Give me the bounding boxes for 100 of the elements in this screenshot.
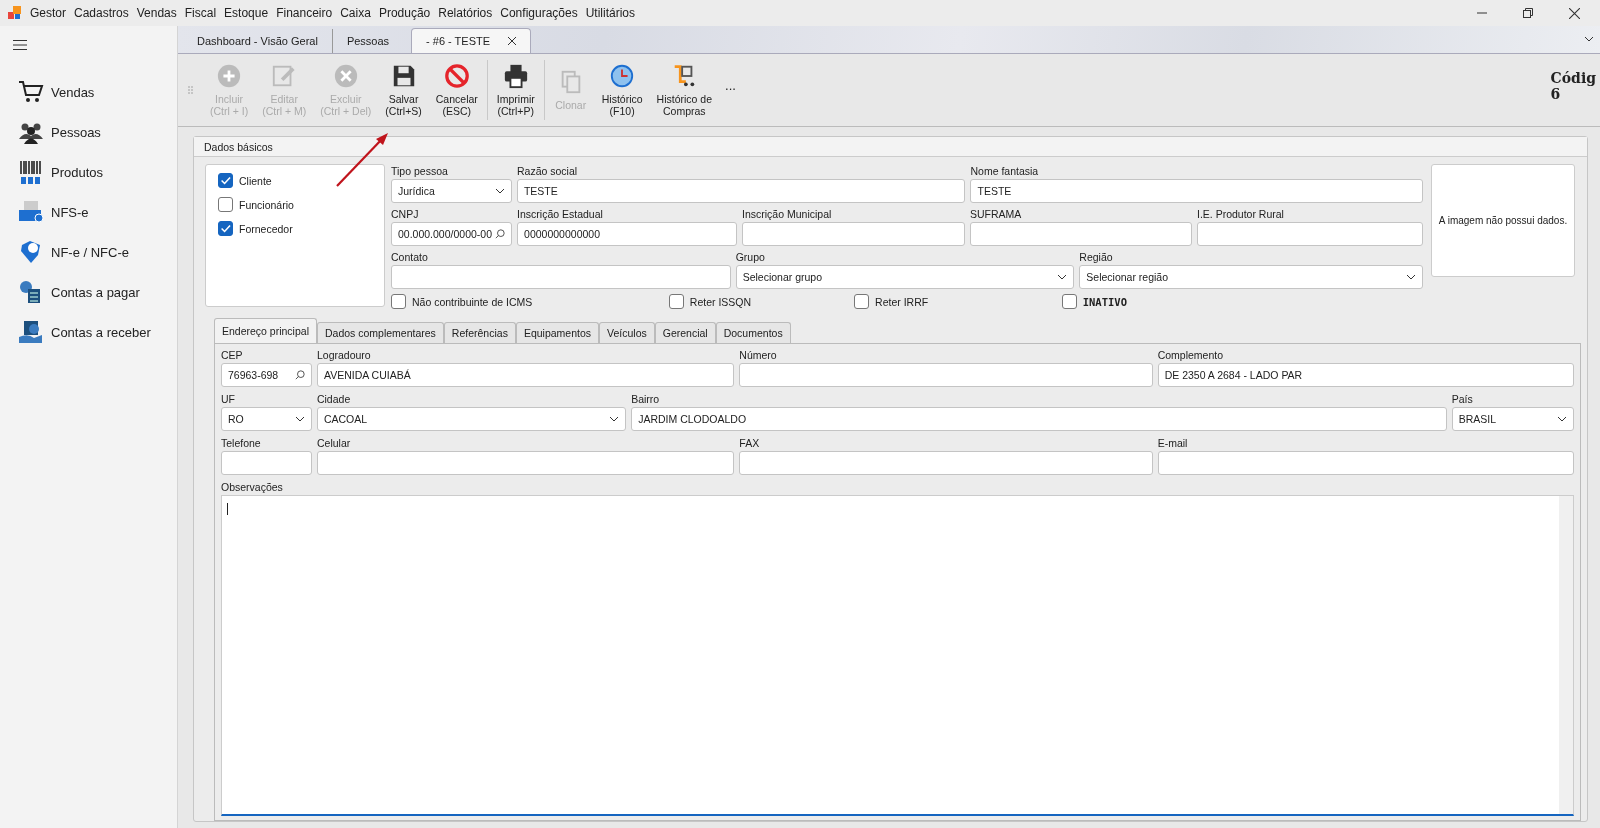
code-label: Códig [1550,70,1596,86]
field-label: Número [739,348,778,363]
menu-item[interactable]: Vendas [132,6,181,20]
text-field[interactable] [739,451,1153,475]
more-button[interactable]: ... [725,77,736,103]
sidebar-item[interactable]: Produtos [51,164,104,180]
text-field[interactable]: JARDIM CLODOALDO [631,407,1447,431]
app-name: Gestor [29,6,67,20]
caret-icon [609,414,620,424]
image-placeholder-text: A imagem não possui dados. [1438,215,1568,226]
text-field[interactable]: AVENIDA CUIABÁ [316,363,735,387]
search-icon [294,370,305,380]
grip-icon[interactable] [188,86,193,94]
text-field[interactable] [739,363,1153,387]
menu-item[interactable]: Utilitários [581,6,639,20]
dropdown[interactable]: Jurídica [391,179,512,203]
text-field[interactable] [742,222,965,246]
field-label: Inscrição Estadual [517,207,604,222]
plus-icon [216,63,243,89]
text-field[interactable] [316,451,735,475]
toolbar-button[interactable]: Imprimir (Ctrl+P) [489,63,542,117]
checkbox[interactable] [668,294,684,309]
chevron-down-icon[interactable] [1584,36,1594,42]
field-label: I.E. Produtor Rural [1197,207,1285,222]
dropdown[interactable]: Selecionar grupo [735,265,1075,289]
delete-icon [332,63,359,89]
cancel-icon [443,63,470,89]
dropdown[interactable]: RO [221,407,312,431]
history-icon [609,63,636,89]
caret-icon [1406,272,1416,282]
text-field[interactable] [391,265,731,289]
search-field[interactable]: 76963-698 [221,363,312,387]
sidebar-item[interactable]: NFS-e [51,204,89,220]
checkbox[interactable] [218,221,233,236]
toolbar-button[interactable]: Salvar (Ctrl+S) [378,63,429,117]
dropdown[interactable]: Selecionar região [1079,265,1423,289]
restore-icon[interactable] [1523,8,1533,18]
sidebar-item[interactable]: Pessoas [51,124,101,140]
dropdown[interactable]: CACOAL [316,407,627,431]
field-label: E-mail [1157,436,1189,451]
field-label: Contato [391,250,429,265]
menu-icon[interactable] [13,40,27,50]
field-label: SUFRAMA [970,207,1023,222]
caret-icon [1557,414,1567,424]
sidebar-item[interactable]: NF-e / NFC-e [51,244,129,260]
checkbox-label: INATIVO [1082,295,1127,308]
field-label: CNPJ [391,207,420,222]
checkbox-label: Reter ISSQN [689,295,752,308]
tab[interactable]: Endereço principal [214,318,317,343]
menu-item[interactable]: Caixa [336,6,375,20]
text-field[interactable] [1157,451,1574,475]
toolbar-button[interactable]: Cancelar (ESC) [428,63,485,117]
tab[interactable]: Documentos [715,322,791,343]
menu-item[interactable]: Relatórios [434,6,497,20]
field-label: Observações [221,480,284,495]
field-label: Bairro [631,392,661,407]
close-icon[interactable] [1569,7,1580,19]
sidebar-item[interactable]: Vendas [51,84,95,100]
document-tab[interactable]: Dashboard - Visão Geral [183,29,332,53]
text-field[interactable] [221,451,312,475]
toolbar-button[interactable]: Histórico (F10) [594,63,650,117]
checkbox[interactable] [218,197,233,212]
barcode-icon[interactable] [18,159,44,185]
field-label: CEP [221,348,244,363]
text-field[interactable]: TESTE [516,179,966,203]
field-label: Inscrição Municipal [742,207,833,222]
menu-item[interactable]: Cadastros [70,6,133,20]
text-field[interactable] [970,222,1192,246]
search-field[interactable]: 00.000.000/0000-00 [391,222,513,246]
menu-item[interactable]: Estoque [220,6,273,20]
close-icon[interactable] [508,37,517,45]
caret-icon [494,186,505,196]
tab[interactable]: Referências [443,322,516,343]
menu-item[interactable]: Produção [374,6,435,20]
text-field[interactable]: DE 2350 A 2684 - LADO PAR [1157,363,1574,387]
tab[interactable]: Veículos [599,322,655,343]
checkbox[interactable] [218,173,233,188]
toolbar-button[interactable]: Histórico de Compras [649,63,720,117]
checkbox-label: Cliente [239,174,272,187]
tab[interactable]: Equipamentos [515,322,600,343]
sidebar-item[interactable]: Contas a receber [51,324,151,340]
document-tab[interactable]: Pessoas [331,29,404,53]
text-field[interactable]: TESTE [970,179,1423,203]
menu-item[interactable]: Fiscal [180,6,221,20]
field-label: Cidade [316,392,352,407]
field-label: Tipo pessoa [391,164,449,179]
sidebar-item[interactable]: Contas a pagar [51,284,140,300]
field-label: Telefone [221,436,262,451]
checkbox[interactable] [391,294,406,309]
dropdown[interactable]: BRASIL [1451,407,1574,431]
menu-item[interactable]: Financeiro [272,6,337,20]
text-field[interactable]: 0000000000000 [517,222,738,246]
tab[interactable]: Gerencial [654,322,716,343]
document-tab[interactable]: - #6 - TESTE [411,28,532,53]
text-field[interactable] [1197,222,1423,246]
checkbox[interactable] [854,294,870,309]
cart-icon[interactable] [18,79,44,105]
menu-item[interactable]: Configurações [496,6,582,20]
tab[interactable]: Dados complementares [316,322,444,343]
checkbox[interactable] [1061,294,1077,309]
